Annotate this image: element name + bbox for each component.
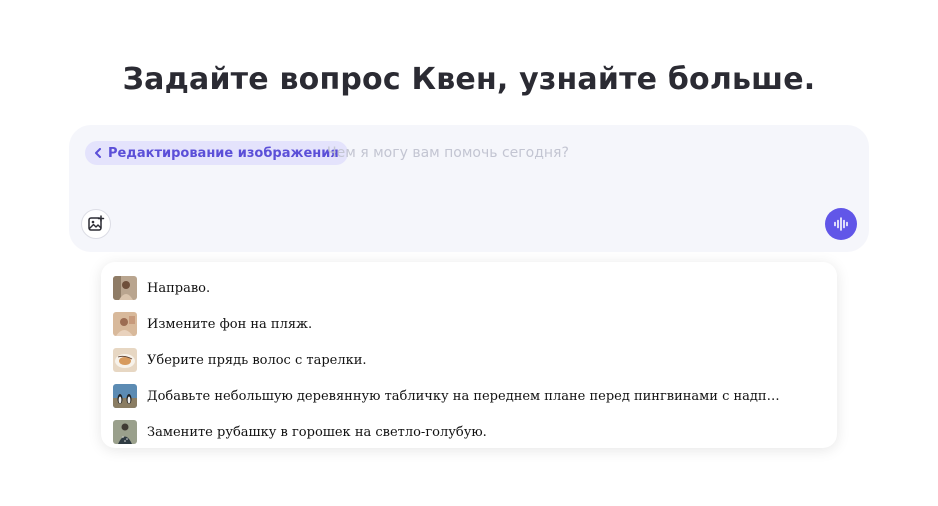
mode-chip-label: Редактирование изображения: [108, 145, 339, 161]
suggestion-text: Добавьте небольшую деревянную табличку н…: [147, 388, 787, 404]
page: Задайте вопрос Квен, узнайте больше. Ред…: [0, 0, 938, 506]
image-upload-button[interactable]: [81, 209, 111, 239]
suggestion-text: Уберите прядь волос с тарелки.: [147, 352, 367, 368]
suggestion-item[interactable]: Измените фон на пляж.: [101, 306, 837, 342]
food-plate-thumbnail: [113, 348, 137, 372]
image-upload-icon: [87, 215, 105, 233]
suggestion-item[interactable]: Уберите прядь волос с тарелки.: [101, 342, 837, 378]
suggestion-text: Замените рубашку в горошек на светло-гол…: [147, 424, 487, 440]
suggestion-item[interactable]: Направо.: [101, 270, 837, 306]
voice-waveform-icon: [833, 216, 849, 232]
suggestion-text: Измените фон на пляж.: [147, 316, 313, 332]
portrait-thumbnail: [113, 276, 137, 300]
voice-input-button[interactable]: [825, 208, 857, 240]
chevron-left-icon: [94, 148, 102, 158]
page-title: Задайте вопрос Квен, узнайте больше.: [122, 62, 816, 97]
suggestions-dropdown: Направо. Измените фон на пляж. Уберите п…: [101, 262, 837, 448]
person-thumbnail: [113, 420, 137, 444]
suggestion-item[interactable]: Замените рубашку в горошек на светло-гол…: [101, 414, 837, 450]
suggestion-item[interactable]: Добавьте небольшую деревянную табличку н…: [101, 378, 837, 414]
suggestion-text: Направо.: [147, 280, 211, 296]
prompt-composer: Редактирование изображения: [69, 125, 869, 252]
mode-chip-image-editing[interactable]: Редактирование изображения: [85, 141, 348, 165]
penguins-thumbnail: [113, 384, 137, 408]
portrait-thumbnail: [113, 312, 137, 336]
prompt-input[interactable]: [327, 141, 847, 165]
